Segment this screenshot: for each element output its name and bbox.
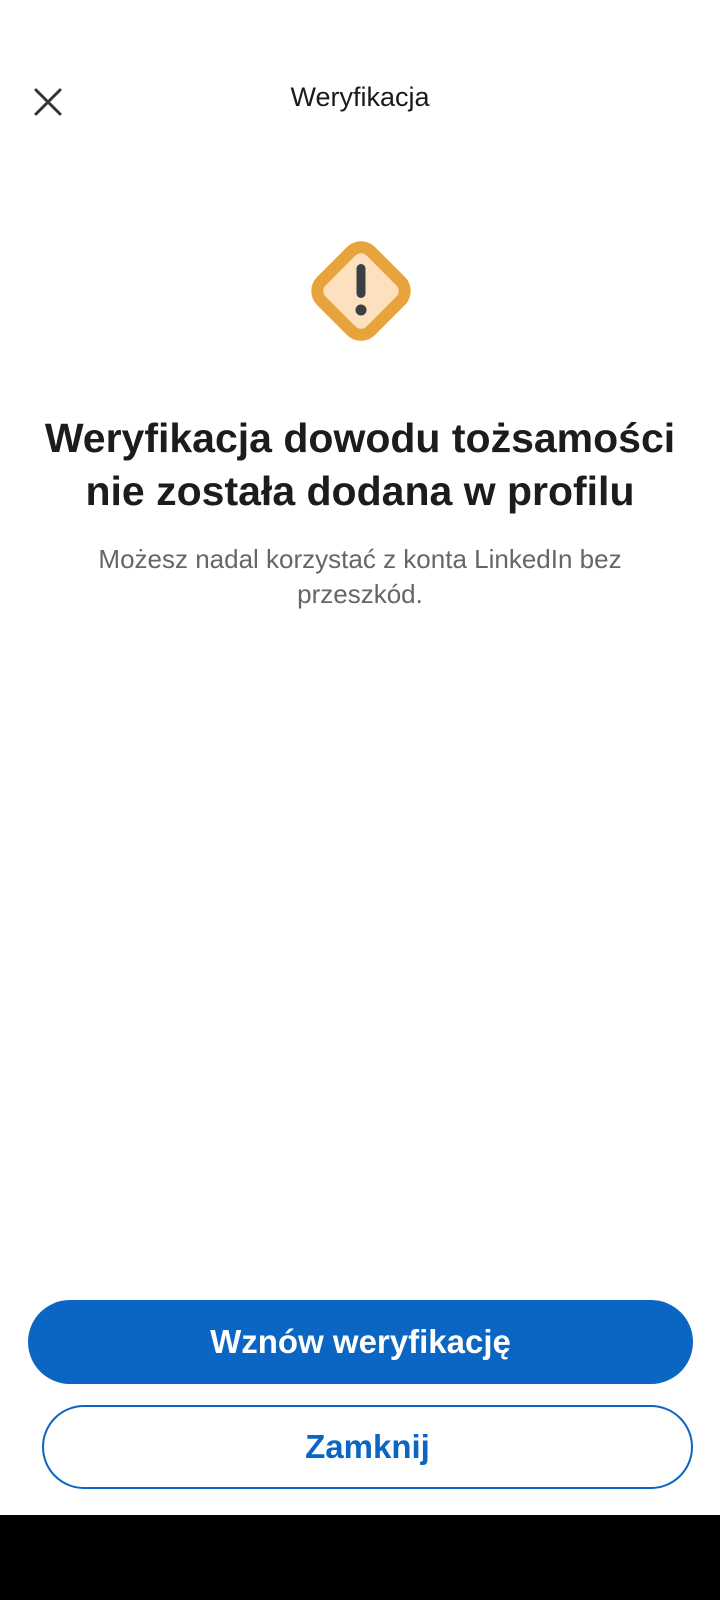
status-headline: Weryfikacja dowodu tożsamości nie został… <box>44 415 676 514</box>
status-description: Możesz nadal korzystać z konta LinkedIn … <box>98 544 622 609</box>
top-app-bar: Weryfikacja <box>0 60 720 136</box>
system-navigation-bar <box>0 1515 720 1600</box>
resume-verification-button[interactable]: Wznów weryfikację <box>28 1300 693 1384</box>
warning-icon <box>311 241 411 341</box>
close-dialog-button[interactable]: Zamknij <box>42 1405 693 1489</box>
page-title: Weryfikacja <box>290 82 430 112</box>
